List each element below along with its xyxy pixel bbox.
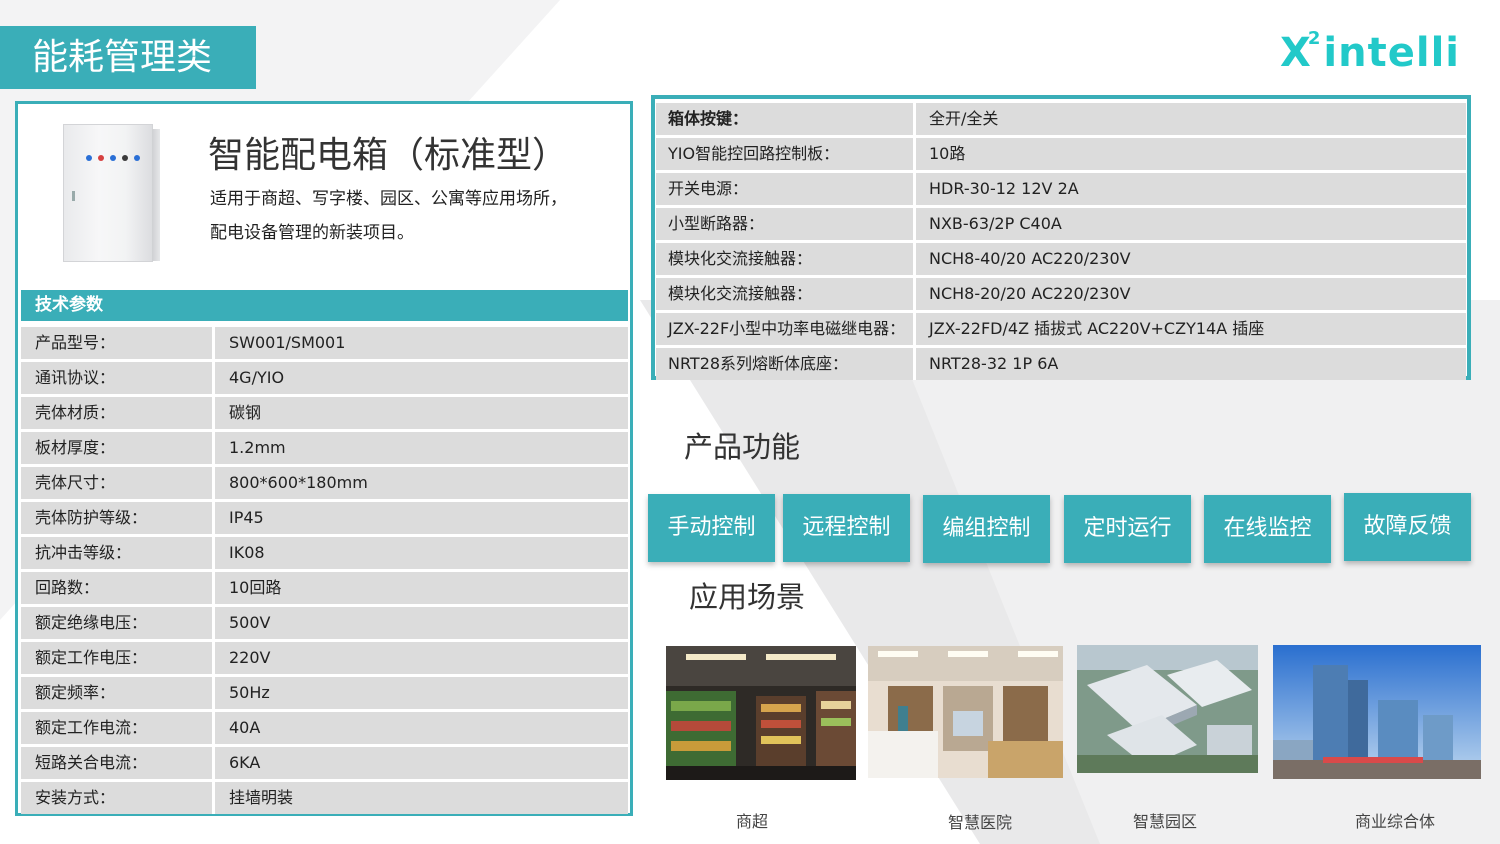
param-key: 板材厚度： — [21, 432, 215, 464]
param-key: 额定绝缘电压： — [21, 607, 215, 639]
param-key: 安装方式： — [21, 782, 215, 814]
param-value: 挂墙明装 — [229, 788, 294, 807]
param-value: 4G/YIO — [229, 368, 285, 387]
param-key: 额定工作电流： — [21, 712, 215, 744]
param-key: 产品型号： — [21, 327, 215, 359]
param-key: 短路关合电流： — [21, 747, 215, 779]
param-row: 回路数： 10回路 — [21, 572, 628, 604]
param-row: 额定绝缘电压： 500V — [21, 607, 628, 639]
feature-button-3[interactable]: 编组控制 — [923, 495, 1050, 563]
indicator-light — [86, 155, 92, 161]
scenes-heading: 应用场景 — [689, 580, 806, 614]
param-row: 通讯协议： 4G/YIO — [21, 362, 628, 394]
spec-key: YIO智能控回路控制板： — [656, 138, 916, 170]
feature-button-4[interactable]: 定时运行 — [1064, 495, 1191, 563]
spec-key: 开关电源： — [656, 173, 916, 205]
scene-label-hospital: 智慧医院 — [947, 813, 1012, 832]
param-key: 壳体尺寸： — [21, 467, 215, 499]
spec-row: 小型断路器： NXB-63/2P C40A — [656, 208, 1466, 240]
param-row: 抗冲击等级： IK08 — [21, 537, 628, 569]
indicator-light — [134, 155, 140, 161]
spec-table: 箱体按键： 全开/全关 YIO智能控回路控制板： 10路 开关电源： HDR-30-12 … — [651, 95, 1471, 380]
spec-value: NCH8-40/20 AC220/230V — [929, 249, 1131, 268]
indicator-light — [98, 155, 104, 161]
param-value: 10回路 — [229, 578, 282, 597]
hospital-image — [868, 646, 1063, 778]
spec-value: 全开/全关 — [929, 109, 999, 128]
param-key: 壳体材质： — [21, 397, 215, 429]
params-table: 产品型号： SW001/SM001 通讯协议： 4G/YIO 壳体材质： 碳钢 板材厚度： 1… — [21, 327, 628, 817]
param-key: 抗冲击等级： — [21, 537, 215, 569]
param-row: 额定频率： 50Hz — [21, 677, 628, 709]
industrial-park-image — [1077, 645, 1258, 773]
param-row: 产品型号： SW001/SM001 — [21, 327, 628, 359]
param-row: 壳体防护等级： IP45 — [21, 502, 628, 534]
brand-logo: X2intelli — [1280, 28, 1460, 76]
param-row: 额定工作电压： 220V — [21, 642, 628, 674]
param-row: 额定工作电流： 40A — [21, 712, 628, 744]
params-header: 技术参数 — [21, 290, 628, 321]
indicator-light — [110, 155, 116, 161]
spec-value: NRT28-32 1P 6A — [929, 354, 1059, 373]
param-value: IK08 — [229, 543, 265, 562]
supermarket-image — [666, 646, 856, 780]
features-heading: 产品功能 — [684, 430, 801, 464]
param-row: 壳体尺寸： 800*600*180mm — [21, 467, 628, 499]
param-value: 40A — [229, 718, 261, 737]
feature-button-5[interactable]: 在线监控 — [1204, 495, 1331, 563]
param-value: 1.2mm — [229, 438, 286, 457]
param-value: IP45 — [229, 508, 264, 527]
spec-value: NXB-63/2P C40A — [929, 214, 1062, 233]
param-value: 500V — [229, 613, 271, 632]
spec-value: 10路 — [929, 144, 966, 163]
scene-label-supermarket: 商超 — [735, 812, 768, 831]
param-key: 通讯协议： — [21, 362, 215, 394]
spec-key: JZX-22F小型中功率电磁继电器： — [656, 313, 916, 345]
feature-button-2[interactable]: 远程控制 — [783, 494, 910, 562]
product-panel: 智能配电箱（标准型） 适用于商超、写字楼、园区、公寓等应用场所， 配电设备管理的… — [15, 101, 633, 816]
spec-row: 箱体按键： 全开/全关 — [656, 103, 1466, 135]
param-value: 220V — [229, 648, 271, 667]
spec-row: 模块化交流接触器： NCH8-20/20 AC220/230V — [656, 278, 1466, 310]
param-row: 板材厚度： 1.2mm — [21, 432, 628, 464]
indicator-light — [122, 155, 128, 161]
commercial-complex-image — [1273, 645, 1481, 779]
spec-key: 模块化交流接触器： — [656, 243, 916, 275]
spec-key: 箱体按键： — [656, 103, 916, 135]
param-value: 800*600*180mm — [229, 473, 368, 492]
feature-button-6[interactable]: 故障反馈 — [1344, 493, 1471, 561]
page-title: 能耗管理类 — [0, 26, 256, 89]
spec-key: 模块化交流接触器： — [656, 278, 916, 310]
spec-row: YIO智能控回路控制板： 10路 — [656, 138, 1466, 170]
param-key: 额定频率： — [21, 677, 215, 709]
spec-value: NCH8-20/20 AC220/230V — [929, 284, 1131, 303]
param-row: 短路关合电流： 6KA — [21, 747, 628, 779]
product-title: 智能配电箱（标准型） — [208, 135, 569, 176]
spec-row: 模块化交流接触器： NCH8-40/20 AC220/230V — [656, 243, 1466, 275]
spec-row: NRT28系列熔断体底座： NRT28-32 1P 6A — [656, 348, 1466, 380]
spec-value: JZX-22FD/4Z 插拔式 AC220V+CZY14A 插座 — [929, 319, 1265, 338]
param-value: 碳钢 — [229, 403, 262, 422]
param-row: 壳体材质： 碳钢 — [21, 397, 628, 429]
param-key: 回路数： — [21, 572, 215, 604]
distribution-box-image — [63, 124, 160, 262]
spec-key: 小型断路器： — [656, 208, 916, 240]
scene-label-complex: 商业综合体 — [1354, 812, 1435, 831]
param-value: SW001/SM001 — [229, 333, 346, 352]
spec-row: 开关电源： HDR-30-12 12V 2A — [656, 173, 1466, 205]
param-value: 50Hz — [229, 683, 270, 702]
param-key: 额定工作电压： — [21, 642, 215, 674]
scene-label-park: 智慧园区 — [1132, 812, 1197, 831]
product-description: 适用于商超、写字楼、园区、公寓等应用场所， 配电设备管理的新装项目。 — [210, 189, 567, 243]
param-value: 6KA — [229, 753, 261, 772]
param-key: 壳体防护等级： — [21, 502, 215, 534]
feature-button-1[interactable]: 手动控制 — [648, 494, 775, 562]
spec-row: JZX-22F小型中功率电磁继电器： JZX-22FD/4Z 插拔式 AC220V… — [656, 313, 1466, 345]
spec-value: HDR-30-12 12V 2A — [929, 179, 1079, 198]
spec-key: NRT28系列熔断体底座： — [656, 348, 916, 380]
param-row: 安装方式： 挂墙明装 — [21, 782, 628, 814]
